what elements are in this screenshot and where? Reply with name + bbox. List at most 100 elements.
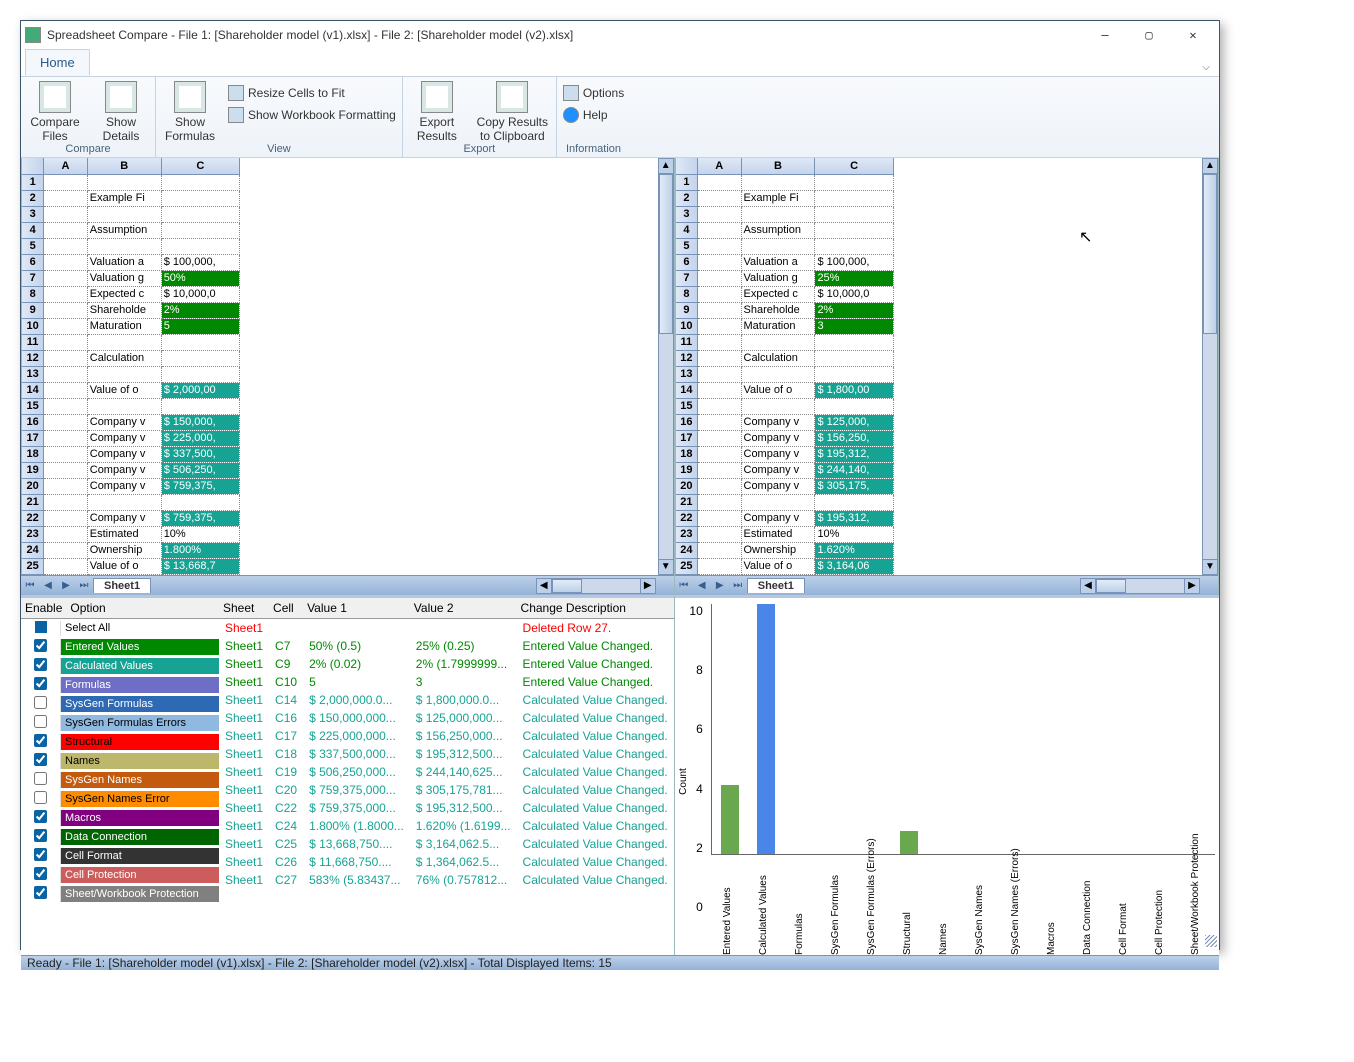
nav-next-r[interactable]: ▶: [711, 580, 729, 591]
results-header[interactable]: Cell: [269, 598, 303, 619]
option-row[interactable]: Data Connection: [21, 828, 219, 847]
tab-home[interactable]: Home: [25, 49, 90, 76]
nav-last-r[interactable]: ⏭: [729, 580, 747, 591]
nav-first-r[interactable]: ⏮: [675, 580, 693, 591]
nav-first[interactable]: ⏮: [21, 580, 39, 591]
hscroll-right[interactable]: ◀▶: [1080, 578, 1200, 594]
option-swatch: SysGen Names Error: [61, 791, 219, 807]
option-swatch: Cell Protection: [61, 867, 219, 883]
vscroll-left[interactable]: ▲▼: [658, 158, 674, 575]
option-row[interactable]: Structural: [21, 733, 219, 752]
resize-cells-button[interactable]: Resize Cells to Fit: [228, 83, 396, 103]
sheet-pane-right: ABC12Example Fi34Assumption56Valuation a…: [675, 158, 1219, 595]
option-row[interactable]: Sheet/Workbook Protection: [21, 885, 219, 904]
group-view-label: View: [162, 143, 396, 157]
option-checkbox[interactable]: [34, 734, 47, 747]
option-row[interactable]: Calculated Values: [21, 657, 219, 676]
chart-x-label: Data Connection: [1082, 935, 1093, 955]
option-checkbox[interactable]: [34, 791, 47, 804]
copy-clipboard-button[interactable]: Copy Results to Clipboard: [475, 79, 550, 143]
compare-files-button[interactable]: Compare Files: [27, 79, 83, 143]
results-row[interactable]: Sheet1C1053Entered Value Changed.: [219, 673, 674, 691]
resize-grip-icon[interactable]: [1205, 935, 1217, 947]
results-row[interactable]: Sheet1Deleted Row 27.: [219, 618, 674, 637]
option-checkbox[interactable]: [34, 639, 47, 652]
option-row[interactable]: Entered Values: [21, 638, 219, 657]
close-button[interactable]: ✕: [1171, 21, 1215, 49]
sheet-tab-right[interactable]: Sheet1: [747, 578, 805, 593]
options-label: Options: [583, 86, 624, 100]
grid-left[interactable]: ABC12Example Fi34Assumption56Valuation a…: [21, 158, 674, 575]
option-row[interactable]: Select All: [21, 619, 219, 638]
results-row[interactable]: Sheet1C18$ 337,500,000...$ 195,312,500..…: [219, 745, 674, 763]
option-row[interactable]: SysGen Formulas: [21, 695, 219, 714]
option-swatch: Macros: [61, 810, 219, 826]
option-checkbox[interactable]: [34, 867, 47, 880]
ribbon-tabs: Home ⌵: [21, 49, 1219, 76]
vscroll-right[interactable]: ▲▼: [1202, 158, 1218, 575]
option-checkbox[interactable]: [34, 886, 47, 899]
results-row[interactable]: Sheet1C241.800% (1.8000...1.620% (1.6199…: [219, 817, 674, 835]
maximize-button[interactable]: ▢: [1127, 21, 1171, 49]
results-row[interactable]: Sheet1C92% (0.02)2% (1.7999999...Entered…: [219, 655, 674, 673]
options-header-enable: Enable: [21, 598, 66, 619]
option-row[interactable]: SysGen Names: [21, 771, 219, 790]
options-button[interactable]: Options: [563, 83, 624, 103]
show-details-button[interactable]: Show Details: [93, 79, 149, 143]
ribbon-collapse-icon[interactable]: ⌵: [1199, 59, 1213, 76]
option-swatch: Data Connection: [61, 829, 219, 845]
hscroll-left[interactable]: ◀▶: [536, 578, 656, 594]
nav-next[interactable]: ▶: [57, 580, 75, 591]
bottom-left-panel: EnableOption Select AllEntered ValuesCal…: [21, 595, 675, 955]
option-row[interactable]: Formulas: [21, 676, 219, 695]
option-checkbox[interactable]: [34, 753, 47, 766]
results-row[interactable]: Sheet1C14$ 2,000,000.0...$ 1,800,000.0..…: [219, 691, 674, 709]
option-row[interactable]: Macros: [21, 809, 219, 828]
option-checkbox[interactable]: [34, 810, 47, 823]
results-row[interactable]: Sheet1C27583% (5.83437...76% (0.757812..…: [219, 871, 674, 889]
options-panel: EnableOption Select AllEntered ValuesCal…: [21, 598, 219, 955]
results-row[interactable]: Sheet1C26$ 11,668,750....$ 1,364,062.5..…: [219, 853, 674, 871]
status-bar: Ready - File 1: [Shareholder model (v1).…: [21, 955, 1219, 970]
results-header[interactable]: Value 1: [303, 598, 410, 619]
nav-last[interactable]: ⏭: [75, 580, 93, 591]
export-results-button[interactable]: Export Results: [409, 79, 465, 143]
minimize-button[interactable]: —: [1083, 21, 1127, 49]
group-compare: Compare Files Show Details Compare: [21, 77, 156, 157]
option-row[interactable]: Cell Protection: [21, 866, 219, 885]
option-checkbox[interactable]: [34, 696, 47, 709]
option-checkbox[interactable]: [35, 621, 47, 633]
option-row[interactable]: Names: [21, 752, 219, 771]
option-checkbox[interactable]: [34, 677, 47, 690]
nav-prev-r[interactable]: ◀: [693, 580, 711, 591]
option-checkbox[interactable]: [34, 829, 47, 842]
results-row[interactable]: Sheet1C17$ 225,000,000...$ 156,250,000..…: [219, 727, 674, 745]
results-row[interactable]: Sheet1C22$ 759,375,000...$ 195,312,500..…: [219, 799, 674, 817]
results-row[interactable]: Sheet1C750% (0.5)25% (0.25)Entered Value…: [219, 637, 674, 655]
option-row[interactable]: SysGen Names Error: [21, 790, 219, 809]
show-wb-formatting-button[interactable]: Show Workbook Formatting: [228, 105, 396, 125]
sheet-nav-left: ⏮◀▶⏭ Sheet1 ◀▶: [21, 575, 674, 595]
sheet-tab-left[interactable]: Sheet1: [93, 578, 151, 593]
resize-icon: [228, 85, 244, 101]
results-header[interactable]: Sheet: [219, 598, 269, 619]
option-row[interactable]: Cell Format: [21, 847, 219, 866]
option-row[interactable]: SysGen Formulas Errors: [21, 714, 219, 733]
nav-prev[interactable]: ◀: [39, 580, 57, 591]
results-row[interactable]: Sheet1C19$ 506,250,000...$ 244,140,625..…: [219, 763, 674, 781]
option-checkbox[interactable]: [34, 848, 47, 861]
clipboard-icon: [496, 81, 528, 113]
show-formulas-button[interactable]: Show Formulas: [162, 79, 218, 143]
option-checkbox[interactable]: [34, 658, 47, 671]
option-checkbox[interactable]: [34, 772, 47, 785]
results-row[interactable]: Sheet1C25$ 13,668,750....$ 3,164,062.5..…: [219, 835, 674, 853]
wbfmt-icon: [228, 107, 244, 123]
results-header[interactable]: Change Description: [517, 598, 674, 619]
option-checkbox[interactable]: [34, 715, 47, 728]
grid-right[interactable]: ABC12Example Fi34Assumption56Valuation a…: [675, 158, 1218, 575]
results-header[interactable]: Value 2: [410, 598, 517, 619]
results-panel[interactable]: SheetCellValue 1Value 2Change Descriptio…: [219, 598, 674, 955]
results-row[interactable]: Sheet1C16$ 150,000,000...$ 125,000,000..…: [219, 709, 674, 727]
help-button[interactable]: Help: [563, 105, 624, 125]
results-row[interactable]: Sheet1C20$ 759,375,000...$ 305,175,781..…: [219, 781, 674, 799]
